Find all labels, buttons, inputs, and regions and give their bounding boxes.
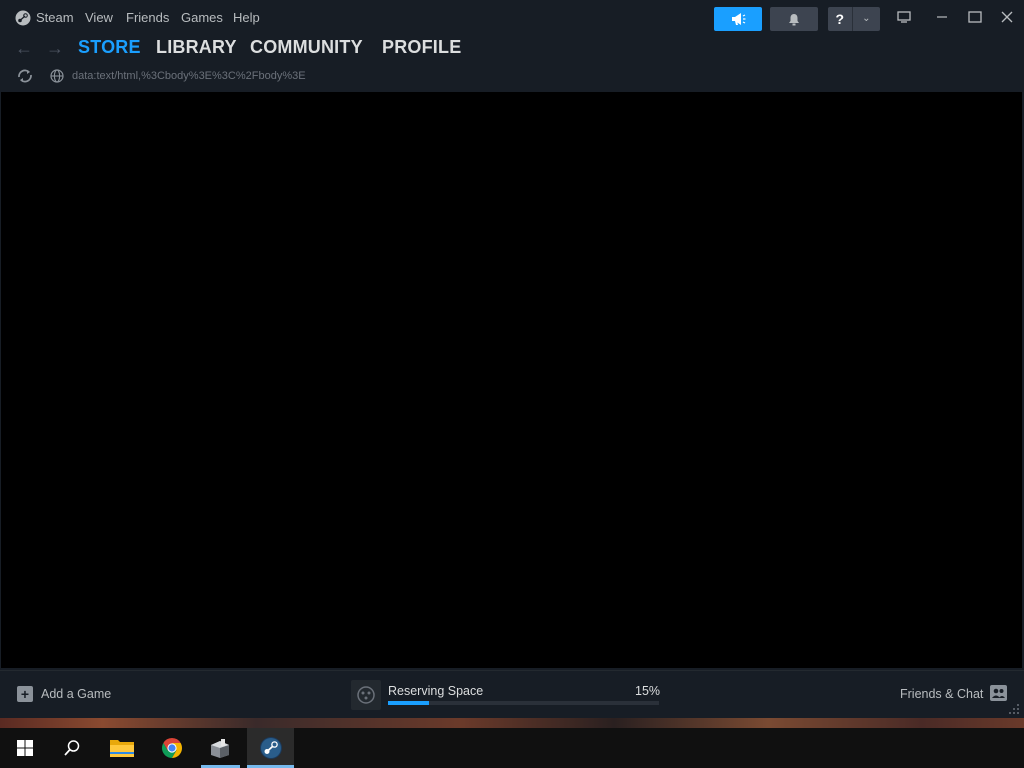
friends-chat-icon[interactable] — [990, 685, 1007, 701]
windows-start-button[interactable] — [5, 728, 45, 768]
menu-games[interactable]: Games — [181, 10, 223, 25]
app-icon — [211, 739, 229, 758]
globe-icon — [50, 69, 64, 83]
minimize-button[interactable] — [929, 6, 955, 28]
web-content-area[interactable] — [1, 92, 1022, 668]
search-icon — [64, 740, 80, 756]
help-label: ? — [835, 11, 845, 27]
announcements-button[interactable] — [714, 7, 762, 31]
tab-library[interactable]: LIBRARY — [156, 37, 237, 58]
desktop-wallpaper — [0, 718, 1024, 728]
tab-profile[interactable]: PROFILE — [382, 37, 461, 58]
megaphone-icon — [732, 13, 746, 25]
add-game-icon[interactable]: + — [17, 686, 33, 702]
taskbar-app[interactable] — [200, 728, 240, 768]
maximize-icon — [968, 11, 982, 23]
friends-chat-button[interactable]: Friends & Chat — [900, 687, 983, 701]
chrome-icon — [162, 738, 182, 758]
download-progress-bar[interactable] — [388, 701, 659, 705]
steam-icon — [259, 737, 282, 759]
tab-community[interactable]: COMMUNITY — [250, 37, 363, 58]
taskbar-search-button[interactable] — [52, 728, 92, 768]
bell-icon — [789, 13, 799, 25]
download-icon[interactable] — [351, 680, 381, 710]
menu-friends[interactable]: Friends — [126, 10, 169, 25]
menu-help[interactable]: Help — [233, 10, 260, 25]
menu-bar: Steam View Friends Games Help ? ⌄ — [0, 0, 1024, 36]
add-game-button[interactable]: Add a Game — [41, 687, 111, 701]
folder-icon — [110, 740, 134, 757]
taskbar-file-explorer[interactable] — [102, 728, 142, 768]
tab-store[interactable]: STORE — [78, 37, 141, 58]
steam-window: Steam View Friends Games Help ? ⌄ ← → ST… — [0, 0, 1024, 718]
monitor-icon — [897, 11, 911, 23]
chevron-down-icon: ⌄ — [851, 7, 880, 31]
taskbar-chrome[interactable] — [152, 728, 192, 768]
help-dropdown-button[interactable]: ? ⌄ — [828, 7, 880, 31]
menu-view[interactable]: View — [85, 10, 113, 25]
close-icon — [1001, 11, 1013, 23]
back-arrow-icon[interactable]: ← — [13, 38, 35, 58]
minimize-icon — [937, 16, 947, 18]
maximize-button[interactable] — [962, 6, 988, 28]
download-status[interactable]: Reserving Space — [388, 684, 483, 698]
taskbar-steam[interactable] — [247, 728, 294, 768]
resize-grip-icon[interactable] — [1008, 702, 1020, 714]
menu-steam[interactable]: Steam — [36, 10, 74, 25]
steam-logo-icon — [15, 10, 31, 26]
close-button[interactable] — [994, 6, 1020, 28]
download-progress-fill — [388, 701, 429, 705]
windows-icon — [17, 740, 33, 756]
reload-icon[interactable] — [16, 68, 34, 84]
url-text[interactable]: data:text/html,%3Cbody%3E%3C%2Fbody%3E — [72, 70, 306, 82]
bottom-bar — [0, 670, 1024, 719]
notifications-button[interactable] — [770, 7, 818, 31]
download-percent: 15% — [635, 684, 661, 698]
forward-arrow-icon[interactable]: → — [44, 38, 66, 58]
big-picture-button[interactable] — [891, 6, 917, 28]
